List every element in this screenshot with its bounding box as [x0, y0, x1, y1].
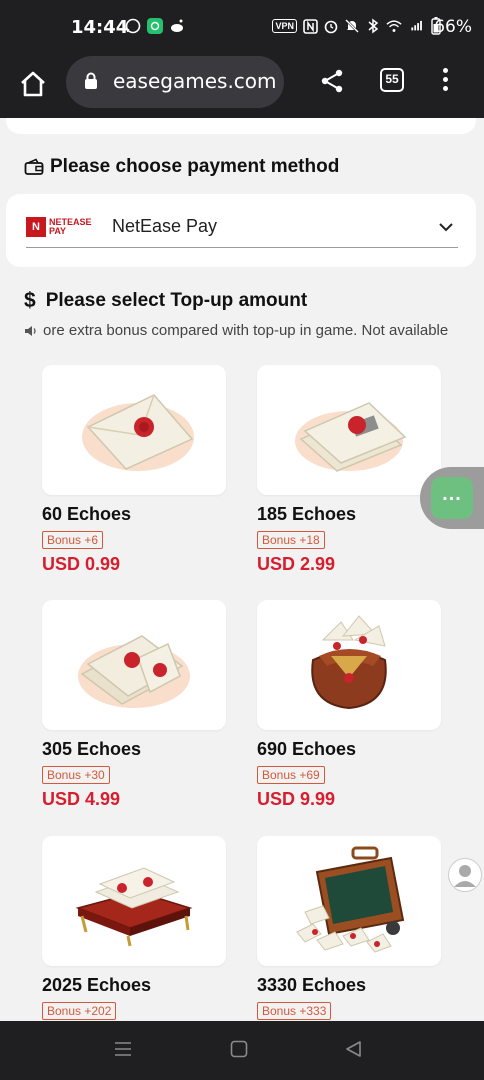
- home-nav-button[interactable]: [229, 1039, 253, 1061]
- payment-method-title: Please choose payment method: [50, 156, 340, 177]
- home-button[interactable]: [18, 69, 48, 99]
- bonus-notice-marquee: ore extra bonus compared with top-up in …: [24, 322, 460, 339]
- menu-dot: [442, 86, 448, 91]
- netease-logo-line2: PAY: [49, 225, 67, 236]
- notification-icons: [125, 18, 185, 34]
- payment-method-card: N NETEASE PAY NetEase Pay: [6, 194, 476, 267]
- floating-chat-tab[interactable]: ...: [420, 467, 484, 529]
- product-name: 3330 Echoes: [257, 975, 367, 995]
- product-card-185[interactable]: 185 Echoes Bonus +18 USD 2.99: [257, 365, 441, 575]
- bluetooth-icon: [365, 18, 381, 34]
- browser-toolbar: easegames.com 55: [0, 56, 484, 118]
- reddit-icon: [169, 18, 185, 34]
- alarm-icon: [323, 18, 339, 34]
- menu-dot: [442, 68, 448, 73]
- menu-lines-icon: [115, 1042, 131, 1056]
- share-icon: [321, 69, 343, 93]
- url-text: easegames.com: [113, 69, 277, 93]
- wallet-icon: [24, 158, 44, 176]
- back-triangle-icon: [346, 1041, 361, 1057]
- product-price: USD 2.99: [257, 554, 336, 574]
- netease-logo-text: NETEASE PAY: [49, 217, 92, 236]
- product-card-60[interactable]: 60 Echoes Bonus +6 USD 0.99: [42, 365, 226, 575]
- topup-heading: $ Please select Top-up amount: [24, 289, 307, 313]
- letter-tray-icon: [75, 867, 193, 947]
- payment-method-select[interactable]: N NETEASE PAY NetEase Pay: [26, 206, 458, 248]
- dollar-icon: $: [24, 289, 36, 312]
- netease-pay-logo: N NETEASE PAY: [26, 215, 98, 239]
- whatsapp-icon: [125, 18, 141, 34]
- status-time: 14:44: [71, 17, 129, 38]
- url-bar[interactable]: easegames.com: [66, 56, 284, 108]
- previous-card: [6, 118, 476, 134]
- square-home-icon: [230, 1040, 248, 1058]
- product-card-305[interactable]: 305 Echoes Bonus +30 USD 4.99: [42, 600, 226, 810]
- vpn-badge: VPN: [272, 19, 297, 33]
- chat-app-icon: [147, 18, 163, 34]
- bonus-badge: Bonus +333: [257, 1002, 332, 1020]
- netease-logo-mark: N: [26, 216, 46, 237]
- more-dots-icon: ...: [442, 483, 462, 505]
- product-name: 2025 Echoes: [42, 975, 152, 995]
- bonus-badge: Bonus +6: [42, 531, 104, 549]
- product-image: [42, 365, 226, 495]
- product-name: 185 Echoes: [257, 504, 357, 524]
- payment-method-value: NetEase Pay: [112, 216, 218, 236]
- lock-icon: [85, 72, 97, 89]
- tab-switcher-button[interactable]: 55: [380, 68, 404, 92]
- wifi-icon: [386, 18, 402, 34]
- product-name: 60 Echoes: [42, 504, 132, 524]
- bonus-badge: Bonus +202: [42, 1002, 117, 1020]
- home-icon: [21, 71, 45, 97]
- battery-percent: 66%: [434, 17, 472, 37]
- share-button[interactable]: [320, 68, 344, 94]
- product-card-3330[interactable]: 3330 Echoes Bonus +333: [257, 836, 441, 1020]
- more-options-button[interactable]: ...: [431, 477, 473, 519]
- product-image: [42, 600, 226, 730]
- product-price: USD 0.99: [42, 554, 121, 574]
- bonus-badge: Bonus +18: [257, 531, 325, 549]
- mail-bag-icon: [311, 615, 387, 710]
- signal-icon: [407, 18, 423, 34]
- topup-title: Please select Top-up amount: [45, 290, 308, 311]
- bonus-badge: Bonus +30: [42, 766, 110, 784]
- notice-text: ore extra bonus compared with top-up in …: [43, 322, 449, 339]
- product-image: [257, 836, 441, 966]
- product-card-2025[interactable]: 2025 Echoes Bonus +202: [42, 836, 226, 1020]
- product-card-690[interactable]: 690 Echoes Bonus +69 USD 9.99: [257, 600, 441, 810]
- bonus-badge: Bonus +69: [257, 766, 325, 784]
- suitcase-letters-icon: [296, 846, 405, 953]
- system-icons: VPN: [272, 17, 444, 35]
- chevron-down-icon: [439, 223, 453, 232]
- product-image: [257, 600, 441, 730]
- envelope-stack-icon: [295, 402, 407, 472]
- envelope-bundle-icon: [78, 635, 190, 708]
- product-name: 690 Echoes: [257, 739, 357, 759]
- back-button[interactable]: [344, 1039, 368, 1061]
- recent-apps-button[interactable]: [113, 1039, 137, 1061]
- product-image: [257, 365, 441, 495]
- product-name: 305 Echoes: [42, 739, 142, 759]
- product-image: [42, 836, 226, 966]
- speaker-icon: [24, 324, 38, 338]
- mute-icon: [344, 18, 360, 34]
- avatar-icon: [454, 865, 476, 887]
- payment-method-heading: Please choose payment method: [24, 156, 339, 178]
- customer-service-avatar[interactable]: [448, 858, 482, 892]
- status-bar: 14:44 VPN 66%: [0, 0, 484, 56]
- product-price: USD 4.99: [42, 789, 121, 809]
- nfc-icon: [302, 18, 318, 34]
- system-nav-bar: [0, 1021, 484, 1080]
- product-price: USD 9.99: [257, 789, 336, 809]
- overflow-menu-button[interactable]: [438, 68, 452, 94]
- envelope-icon: [82, 394, 194, 471]
- menu-dot: [442, 77, 448, 82]
